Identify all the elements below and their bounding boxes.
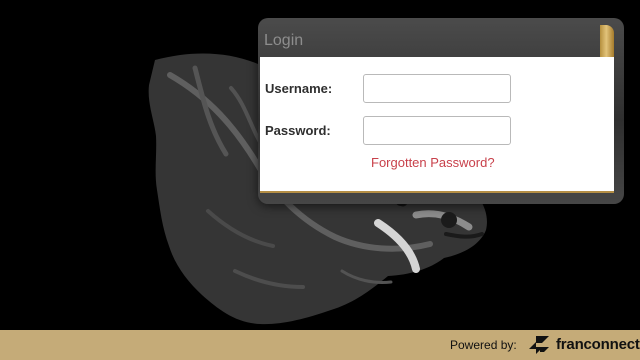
gold-accent-edge — [600, 25, 614, 58]
username-label: Username: — [265, 81, 333, 96]
franconnect-logo-icon — [529, 336, 549, 354]
password-label: Password: — [265, 123, 331, 138]
login-screen: Login Username: Password: Forgotten Pass… — [0, 0, 640, 360]
franconnect-brand-text: franconnect — [556, 336, 640, 353]
footer-bar: Powered by: franconnect — [0, 330, 640, 360]
powered-by-label: Powered by: — [450, 338, 517, 352]
login-title: Login — [264, 32, 304, 49]
login-form-panel: Username: Password: Forgotten Password? — [260, 57, 614, 193]
forgot-password-link[interactable]: Forgotten Password? — [371, 155, 495, 171]
password-input[interactable] — [363, 116, 511, 145]
username-input[interactable] — [363, 74, 511, 103]
